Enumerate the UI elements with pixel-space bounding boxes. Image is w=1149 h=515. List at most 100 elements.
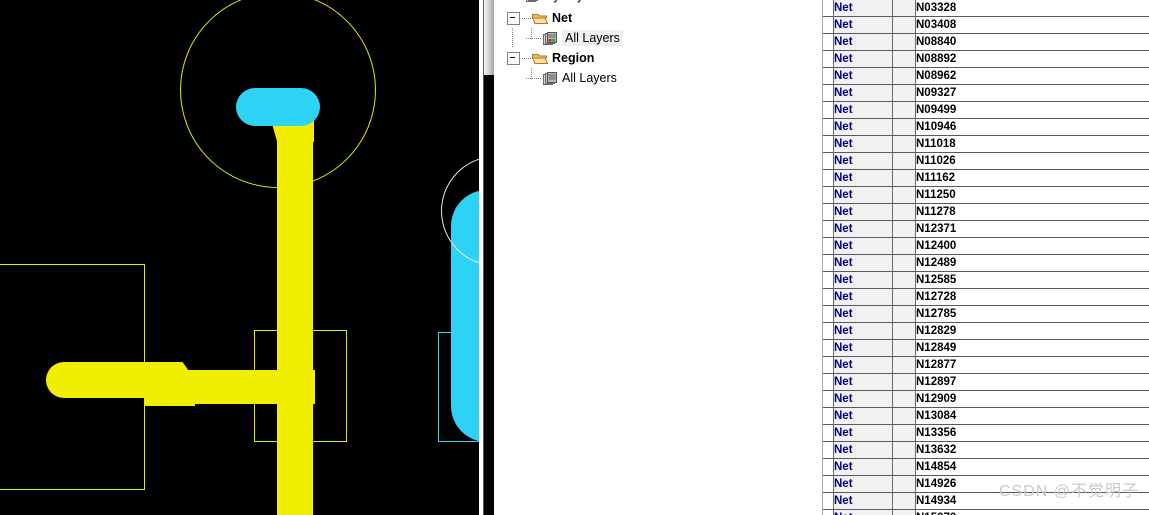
table-row[interactable]: Net N03328	[823, 0, 1149, 17]
net-flag-cell[interactable]	[892, 492, 916, 510]
table-row[interactable]: Net N08962	[823, 67, 1149, 85]
net-name-cell: N12909	[915, 390, 1149, 408]
table-row[interactable]: Net N15070	[823, 509, 1149, 515]
net-flag-cell[interactable]	[892, 509, 916, 515]
net-flag-cell[interactable]	[892, 322, 916, 340]
application-window: By Layer Net	[0, 0, 1149, 515]
tree-group-label: Region	[552, 51, 595, 65]
net-flag-cell[interactable]	[892, 237, 916, 255]
table-row[interactable]: Net N03408	[823, 16, 1149, 34]
net-name-cell: N11278	[915, 203, 1149, 221]
net-flag-cell[interactable]	[892, 0, 916, 17]
table-row[interactable]: Net N14854	[823, 458, 1149, 476]
table-row[interactable]: Net N14934	[823, 492, 1149, 510]
table-row[interactable]: Net N09327	[823, 84, 1149, 102]
net-name-cell: N13632	[915, 441, 1149, 459]
net-flag-cell[interactable]	[892, 16, 916, 34]
net-kind-cell: Net	[833, 322, 893, 340]
layers-icon	[526, 0, 541, 3]
tree-item-region-all-layers[interactable]: All Layers	[502, 68, 822, 88]
net-flag-cell[interactable]	[892, 186, 916, 204]
table-row[interactable]: Net N12849	[823, 339, 1149, 357]
net-flag-cell[interactable]	[892, 33, 916, 51]
table-row[interactable]: Net N08840	[823, 33, 1149, 51]
net-flag-cell[interactable]	[892, 305, 916, 323]
table-row[interactable]: Net N14926	[823, 475, 1149, 493]
collapse-minus-icon[interactable]	[507, 51, 520, 65]
net-flag-cell[interactable]	[892, 271, 916, 289]
net-name-cell: N12728	[915, 288, 1149, 306]
net-flag-cell[interactable]	[892, 135, 916, 153]
tree-connector	[526, 77, 542, 79]
row-gutter-cell	[823, 407, 834, 425]
net-kind-cell: Net	[833, 475, 893, 493]
net-flag-cell[interactable]	[892, 118, 916, 136]
tree-group-region[interactable]: Region	[502, 48, 822, 68]
table-row[interactable]: Net N10946	[823, 118, 1149, 136]
table-row[interactable]: Net N08892	[823, 50, 1149, 68]
row-gutter-cell	[823, 186, 834, 204]
table-row[interactable]: Net N11162	[823, 169, 1149, 187]
net-list-table[interactable]: Net N03328 Net N03408 Net N08840 Net N08892 Net N…	[823, 0, 1149, 515]
net-flag-cell[interactable]	[892, 407, 916, 425]
net-flag-cell[interactable]	[892, 288, 916, 306]
table-row[interactable]: Net N12371	[823, 220, 1149, 238]
net-kind-cell: Net	[833, 356, 893, 374]
table-row[interactable]: Net N12877	[823, 356, 1149, 374]
table-row[interactable]: Net N13632	[823, 441, 1149, 459]
table-row[interactable]: Net N11018	[823, 135, 1149, 153]
table-row[interactable]: Net N09499	[823, 101, 1149, 119]
object-tree-panel[interactable]: By Layer Net	[502, 0, 823, 515]
net-flag-cell[interactable]	[892, 101, 916, 119]
table-row[interactable]: Net N11026	[823, 152, 1149, 170]
net-kind-cell: Net	[833, 50, 893, 68]
net-kind-cell: Net	[833, 220, 893, 238]
row-gutter-cell	[823, 33, 834, 51]
pcb-editor-canvas[interactable]	[0, 0, 479, 515]
net-flag-cell[interactable]	[892, 152, 916, 170]
net-flag-cell[interactable]	[892, 390, 916, 408]
net-name-cell: N11026	[915, 152, 1149, 170]
net-flag-cell[interactable]	[892, 50, 916, 68]
tree-connector	[526, 37, 542, 39]
table-row[interactable]: Net N12829	[823, 322, 1149, 340]
net-flag-cell[interactable]	[892, 424, 916, 442]
net-flag-cell[interactable]	[892, 458, 916, 476]
net-list-table-panel[interactable]: Net N03328 Net N03408 Net N08840 Net N08892 Net N…	[823, 0, 1149, 515]
collapse-minus-icon[interactable]	[507, 11, 520, 25]
tree-connector	[522, 57, 531, 59]
net-kind-cell: Net	[833, 186, 893, 204]
net-flag-cell[interactable]	[892, 84, 916, 102]
net-flag-cell[interactable]	[892, 254, 916, 272]
net-flag-cell[interactable]	[892, 220, 916, 238]
table-row[interactable]: Net N12489	[823, 254, 1149, 272]
row-gutter-cell	[823, 84, 834, 102]
row-gutter-cell	[823, 169, 834, 187]
table-row[interactable]: Net N13356	[823, 424, 1149, 442]
table-row[interactable]: Net N12585	[823, 271, 1149, 289]
table-row[interactable]: Net N12785	[823, 305, 1149, 323]
table-row[interactable]: Net N12897	[823, 373, 1149, 391]
net-kind-cell: Net	[833, 305, 893, 323]
table-row[interactable]: Net N12400	[823, 237, 1149, 255]
pad-cyan-top[interactable]	[236, 88, 320, 126]
net-flag-cell[interactable]	[892, 475, 916, 493]
table-row[interactable]: Net N11250	[823, 186, 1149, 204]
net-flag-cell[interactable]	[892, 356, 916, 374]
net-flag-cell[interactable]	[892, 339, 916, 357]
tree-item-net-all-layers[interactable]: All Layers	[502, 28, 822, 48]
row-gutter-cell	[823, 339, 834, 357]
net-flag-cell[interactable]	[892, 169, 916, 187]
net-flag-cell[interactable]	[892, 67, 916, 85]
net-flag-cell[interactable]	[892, 203, 916, 221]
table-row[interactable]: Net N11278	[823, 203, 1149, 221]
folder-open-icon	[531, 52, 549, 65]
net-flag-cell[interactable]	[892, 373, 916, 391]
table-row[interactable]: Net N13084	[823, 407, 1149, 425]
table-row[interactable]: Net N12909	[823, 390, 1149, 408]
tree-group-net[interactable]: Net	[502, 8, 822, 28]
table-row[interactable]: Net N12728	[823, 288, 1149, 306]
tree-item-by-layer[interactable]: By Layer	[502, 0, 822, 8]
row-gutter-cell	[823, 135, 834, 153]
net-flag-cell[interactable]	[892, 441, 916, 459]
